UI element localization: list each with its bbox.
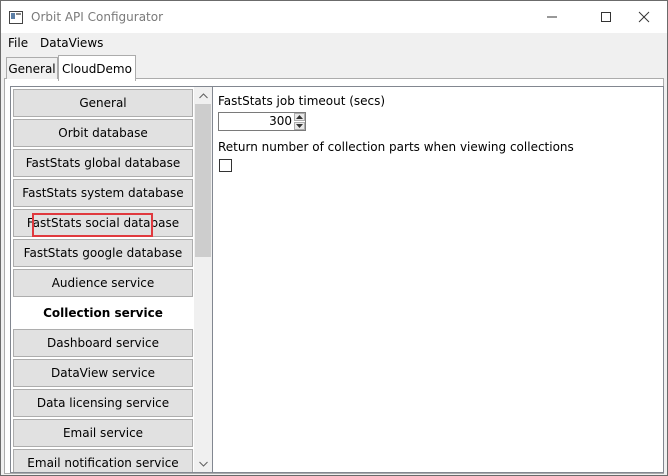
collection-parts-checkbox[interactable] [219, 159, 232, 172]
list-item-general[interactable]: General [13, 89, 193, 117]
title-bar: Orbit API Configurator [1, 1, 667, 33]
list-item-collection-service[interactable]: Collection service [13, 299, 193, 327]
menu-file[interactable]: File [8, 36, 28, 50]
spin-down-button[interactable] [294, 122, 305, 130]
list-scrollbar[interactable] [194, 87, 212, 472]
list-item-email-service[interactable]: Email service [13, 419, 193, 447]
list-item-audience-service[interactable]: Audience service [13, 269, 193, 297]
list-item-data-licensing-service[interactable]: Data licensing service [13, 389, 193, 417]
close-button[interactable] [621, 1, 667, 33]
minimize-icon [547, 16, 557, 18]
maximize-icon [601, 12, 611, 22]
spin-up-icon [296, 115, 303, 119]
scroll-thumb[interactable] [195, 104, 211, 257]
chevron-up-icon [198, 92, 208, 98]
selection-highlight-box [32, 213, 153, 237]
timeout-label: FastStats job timeout (secs) [218, 94, 386, 108]
spin-down-icon [296, 124, 303, 128]
timeout-numeric-input[interactable]: 300 [218, 112, 306, 131]
menu-dataviews[interactable]: DataViews [40, 36, 103, 50]
list-item-faststats-global-database[interactable]: FastStats global database [13, 149, 193, 177]
list-item-orbit-database[interactable]: Orbit database [13, 119, 193, 147]
chevron-down-icon [198, 461, 208, 467]
list-item-email-notification-service[interactable]: Email notification service [13, 449, 193, 472]
settings-category-list: General Orbit database FastStats global … [10, 86, 213, 473]
tab-clouddemo[interactable]: CloudDemo [58, 55, 136, 81]
list-item-faststats-system-database[interactable]: FastStats system database [13, 179, 193, 207]
close-icon [638, 11, 650, 23]
scroll-down-button[interactable] [194, 455, 212, 472]
scroll-up-button[interactable] [194, 87, 212, 104]
menu-bar: File DataViews [1, 33, 667, 53]
list-item-dashboard-service[interactable]: Dashboard service [13, 329, 193, 357]
settings-panel: FastStats job timeout (secs) 300 Return … [212, 86, 664, 473]
app-window-icon [9, 11, 23, 24]
window-title: Orbit API Configurator [31, 10, 164, 24]
list-item-dataview-service[interactable]: DataView service [13, 359, 193, 387]
spin-up-button[interactable] [294, 113, 305, 121]
collection-parts-label: Return number of collection parts when v… [218, 140, 574, 154]
list-item-faststats-google-database[interactable]: FastStats google database [13, 239, 193, 267]
minimize-button[interactable] [529, 1, 575, 33]
tab-general[interactable]: General [6, 57, 58, 79]
app-window: Orbit API Configurator File DataViews Ge… [0, 0, 668, 476]
timeout-value[interactable]: 300 [269, 114, 292, 128]
